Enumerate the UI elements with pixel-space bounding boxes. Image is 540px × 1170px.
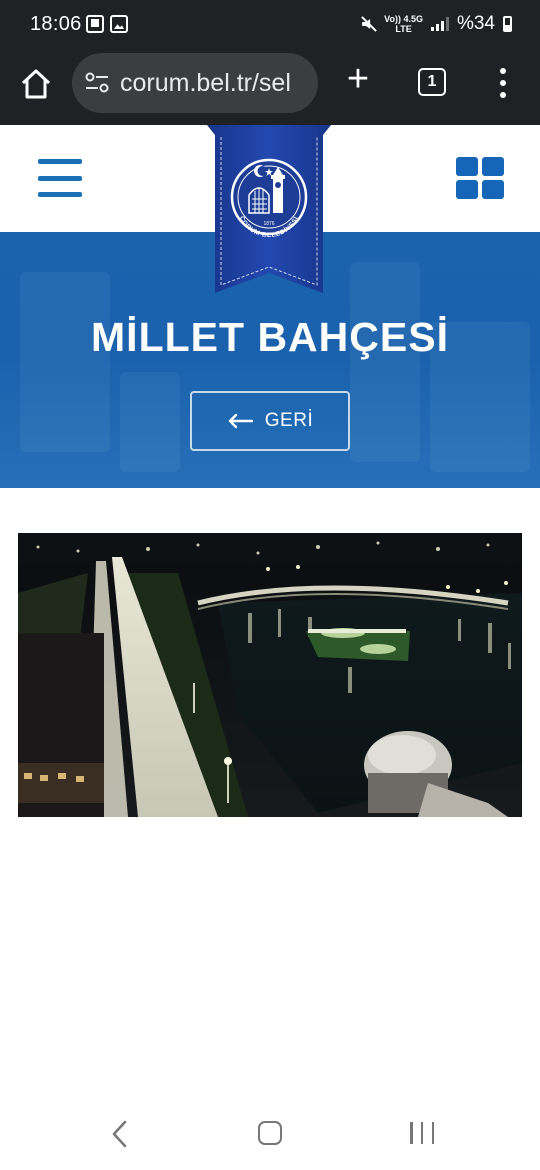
tab-switcher-icon[interactable]: 1 [418,68,446,96]
battery-percent: %34 [456,13,495,34]
network-top: Vo)) 4.5G [384,14,423,24]
site-settings-icon[interactable] [84,72,110,94]
mute-icon [360,16,376,32]
signal-icon [430,17,449,31]
nav-recents-icon[interactable] [410,1122,434,1146]
municipality-logo[interactable]: 1876 ÇORUM BELEDİYESİ [207,125,331,297]
nav-home-icon[interactable] [258,1121,282,1145]
url-text[interactable]: corum.bel.tr/sel [120,69,291,98]
status-bar: 18:06 Vo)) 4.5G LTE %34 [0,0,540,50]
battery-icon [503,16,512,32]
live-camera-image[interactable] [18,533,522,817]
new-tab-icon[interactable]: + [340,60,376,98]
back-button-label: GERİ [264,410,314,431]
more-icon[interactable] [498,68,508,98]
system-navigation-bar [0,1098,540,1170]
network-indicator: Vo)) 4.5G LTE [384,14,423,34]
arrow-left-icon [228,413,253,429]
home-icon[interactable] [18,66,54,102]
logo-year: 1876 [263,221,274,227]
address-bar[interactable]: corum.bel.tr/sel [72,53,318,113]
nav-back-icon[interactable] [110,1120,130,1148]
network-bottom: LTE [395,24,412,34]
notification-icons [86,15,128,33]
page-title: MİLLET BAHÇESİ [91,314,449,360]
back-button[interactable]: GERİ [190,391,350,451]
grid-menu-icon[interactable] [456,157,504,199]
menu-icon[interactable] [38,159,82,197]
photo-icon [110,15,128,33]
system-status: Vo)) 4.5G LTE %34 [360,13,512,35]
browser-toolbar: corum.bel.tr/sel + 1 [0,50,540,125]
status-time: 18:06 [30,13,82,35]
gallery-icon [86,15,104,33]
